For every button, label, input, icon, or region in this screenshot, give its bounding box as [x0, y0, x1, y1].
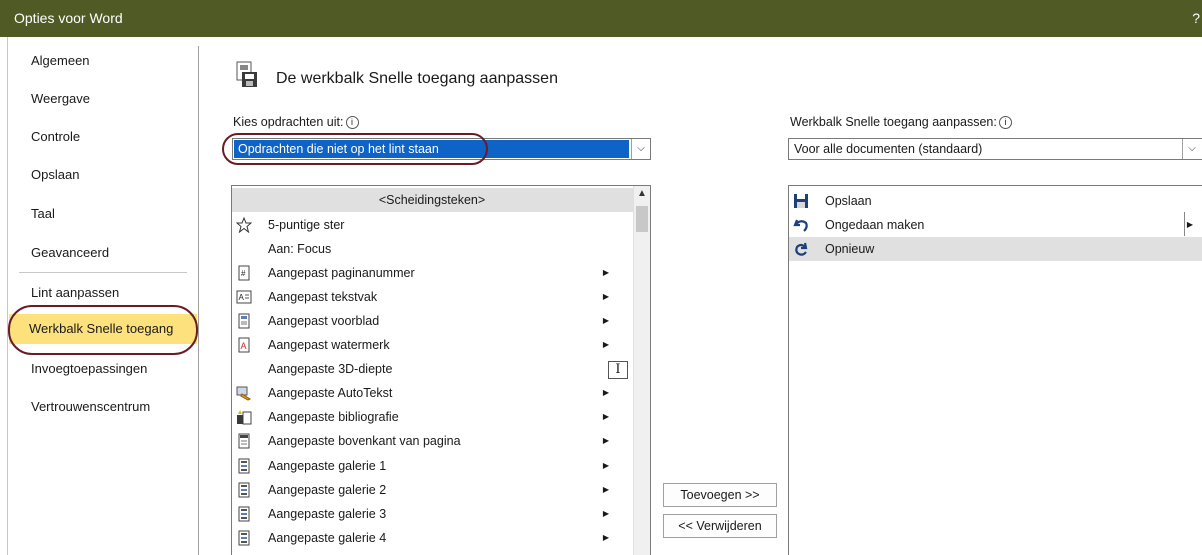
help-button[interactable]: ?	[1192, 10, 1200, 26]
textbox-icon: A	[236, 289, 252, 305]
svg-text:A: A	[241, 341, 247, 351]
remove-button[interactable]: << Verwijderen	[663, 514, 777, 538]
list-item[interactable]: Aangepast voorblad ▶	[232, 309, 634, 333]
sidebar-item-opslaan[interactable]: Opslaan	[9, 160, 197, 190]
scrollbar-thumb[interactable]	[636, 206, 648, 232]
gallery-icon	[236, 530, 252, 546]
list-item[interactable]: A Aangepast watermerk ▶	[232, 333, 634, 357]
text-cursor-icon: I	[608, 361, 628, 379]
gallery-icon	[236, 458, 252, 474]
commands-list-scrollbar[interactable]: ▲	[633, 186, 650, 555]
sidebar-item-geavanceerd[interactable]: Geavanceerd	[9, 238, 197, 268]
cover-page-icon	[236, 313, 252, 329]
page-title: De werkbalk Snelle toegang aanpassen	[276, 70, 558, 87]
list-item[interactable]: # Aangepast paginanummer ▶	[232, 261, 634, 285]
submenu-arrow-icon: ▶	[602, 292, 609, 301]
title-bar: Opties voor Word ?	[0, 0, 1202, 37]
info-icon[interactable]: i	[998, 116, 1012, 130]
list-item[interactable]: Aangepaste galerie 4 ▶	[232, 526, 634, 550]
list-item[interactable]: Aangepaste galerie 3 ▶	[232, 502, 634, 526]
submenu-arrow-icon: ▶	[602, 461, 609, 470]
sidebar-item-vertrouwenscentrum[interactable]: Vertrouwenscentrum	[9, 392, 197, 422]
options-sidebar: Algemeen Weergave Controle Opslaan Taal …	[9, 46, 199, 555]
choose-commands-label-text: Kies opdrachten uit:	[233, 115, 344, 129]
bibliography-icon	[236, 409, 252, 425]
list-item[interactable]: Ongedaan maken ▶	[789, 213, 1202, 237]
submenu-arrow-icon: ▶	[602, 436, 609, 445]
customize-toolbar-dropdown[interactable]: Voor alle documenten (standaard) ⌵	[788, 138, 1202, 160]
submenu-arrow-icon: ▶	[602, 509, 609, 518]
submenu-arrow-icon: ▶	[602, 268, 609, 277]
add-button[interactable]: Toevoegen >>	[663, 483, 777, 507]
submenu-arrow-icon: ▶	[1186, 220, 1193, 229]
sidebar-item-algemeen[interactable]: Algemeen	[9, 46, 197, 76]
sidebar-item-lint-aanpassen[interactable]: Lint aanpassen	[9, 278, 197, 308]
gallery-icon	[236, 506, 252, 522]
customize-toolbar-label-text: Werkbalk Snelle toegang aanpassen:	[790, 115, 997, 129]
quick-access-toolbar-icon	[235, 61, 259, 89]
list-item[interactable]: Aangepaste bovenkant van pagina ▶	[232, 429, 634, 453]
svg-text:A: A	[239, 293, 245, 302]
window-left-border	[7, 37, 8, 555]
list-item[interactable]: Aangepaste AutoTekst ▶	[232, 381, 634, 405]
gallery-icon	[236, 482, 252, 498]
page-number-icon: #	[236, 265, 252, 281]
undo-icon	[793, 217, 809, 233]
chevron-down-icon[interactable]: ⌵	[1182, 139, 1201, 159]
list-item[interactable]: <Scheidingsteken>	[232, 188, 634, 212]
list-item[interactable]: Aangepaste galerie 2 ▶	[232, 478, 634, 502]
customize-toolbar-label: Werkbalk Snelle toegang aanpassen: i	[790, 115, 1012, 130]
list-item[interactable]: Opslaan	[789, 189, 1202, 213]
choose-commands-value: Opdrachten die niet op het lint staan	[234, 140, 629, 158]
submenu-arrow-icon: ▶	[602, 340, 609, 349]
list-item[interactable]: Aan: Focus	[232, 237, 634, 261]
sidebar-item-werkbalk-snelle-toegang[interactable]: Werkbalk Snelle toegang	[9, 314, 197, 344]
watermark-icon: A	[236, 337, 252, 353]
quick-access-toolbar-list[interactable]: Opslaan Ongedaan maken ▶ Opnieuw	[788, 185, 1202, 555]
commands-list[interactable]: <Scheidingsteken> 5-puntige ster Aan: Fo…	[231, 185, 651, 555]
submenu-arrow-icon: ▶	[602, 316, 609, 325]
list-item[interactable]: Opnieuw	[789, 237, 1202, 261]
choose-commands-label: Kies opdrachten uit: i	[233, 115, 359, 130]
sidebar-divider	[19, 272, 187, 273]
star-icon	[235, 216, 253, 234]
submenu-arrow-icon: ▶	[602, 412, 609, 421]
sidebar-item-invoegtoepassingen[interactable]: Invoegtoepassingen	[9, 354, 197, 384]
choose-commands-dropdown[interactable]: Opdrachten die niet op het lint staan ⌵	[232, 138, 651, 160]
submenu-arrow-icon: ▶	[602, 388, 609, 397]
list-item[interactable]: Aangepaste 3D-diepte	[232, 357, 634, 381]
window-title: Opties voor Word	[14, 10, 123, 26]
sidebar-item-weergave[interactable]: Weergave	[9, 84, 197, 114]
list-item[interactable]: A Aangepast tekstvak ▶	[232, 285, 634, 309]
page-top-icon	[236, 433, 252, 449]
info-icon[interactable]: i	[345, 116, 359, 130]
list-item[interactable]: Aangepaste galerie 1 ▶	[232, 454, 634, 478]
sidebar-item-controle[interactable]: Controle	[9, 122, 197, 152]
sidebar-item-taal[interactable]: Taal	[9, 199, 197, 229]
list-item[interactable]: Aangepaste bibliografie ▶	[232, 405, 634, 429]
split-divider	[1184, 212, 1185, 236]
chevron-down-icon[interactable]: ⌵	[631, 139, 650, 159]
save-icon	[793, 193, 809, 209]
submenu-arrow-icon: ▶	[602, 485, 609, 494]
submenu-arrow-icon: ▶	[602, 533, 609, 542]
customize-toolbar-value: Voor alle documenten (standaard)	[794, 142, 983, 156]
svg-text:#: #	[241, 269, 246, 278]
redo-icon	[793, 241, 809, 257]
scroll-up-icon[interactable]: ▲	[634, 188, 650, 199]
autotext-icon	[236, 385, 252, 401]
list-item[interactable]: 5-puntige ster	[232, 213, 634, 237]
